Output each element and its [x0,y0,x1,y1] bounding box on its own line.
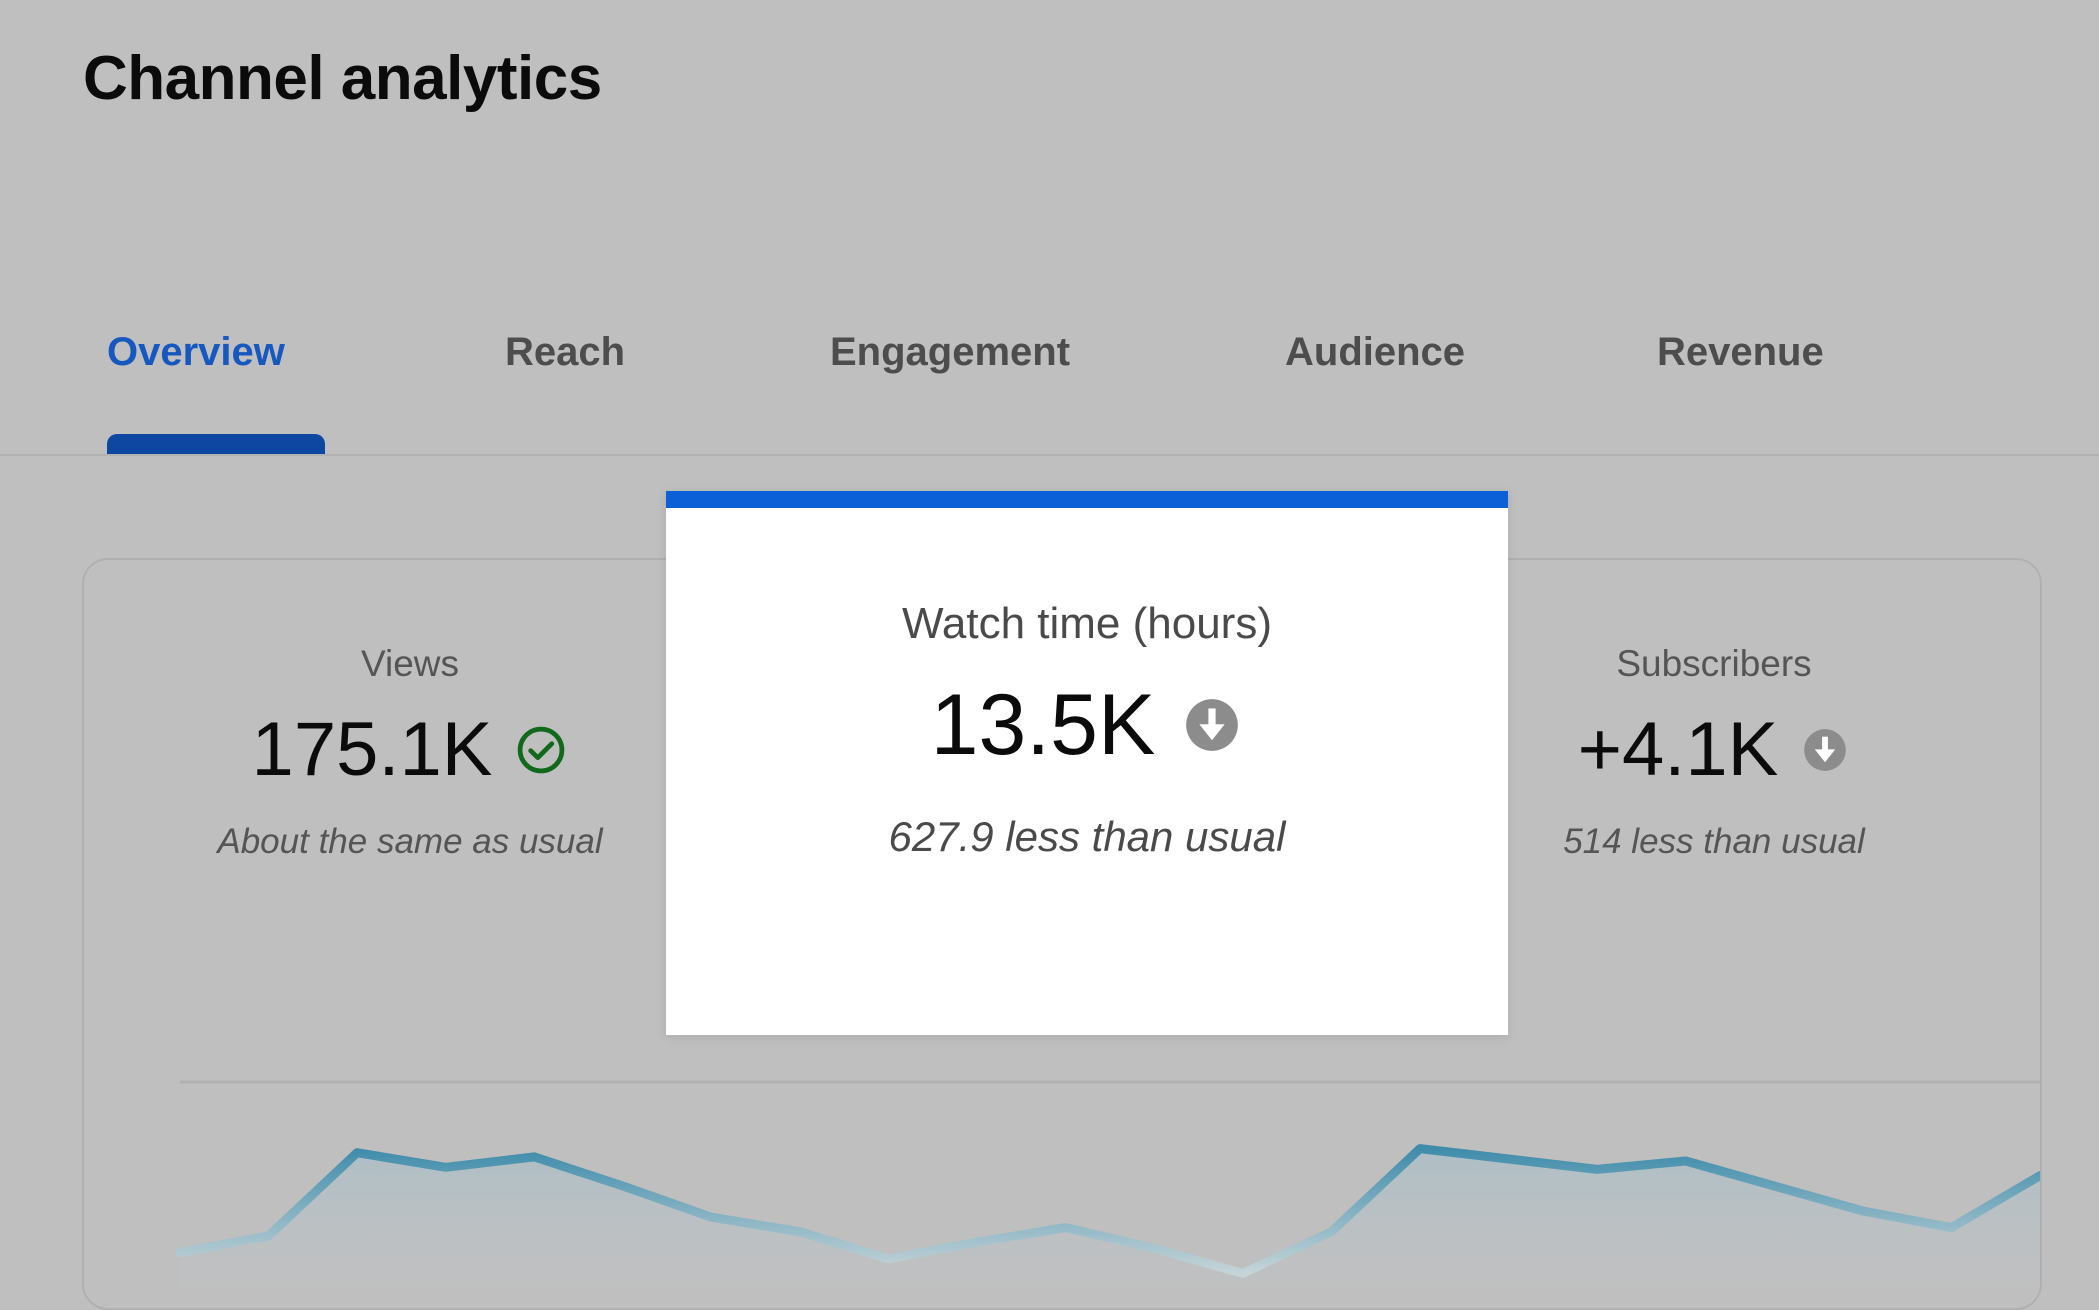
chart-canvas [175,1080,2040,1290]
detail-card-accent-bar [666,491,1508,508]
metric-value-subscribers: +4.1K [1577,707,1779,792]
arrow-down-circle-icon [1804,729,1847,771]
detail-card-title: Watch time (hours) [901,599,1272,648]
tabbar-divider [0,454,2099,456]
overview-chart[interactable] [84,990,2040,1310]
check-circle-icon [518,726,565,774]
tab-audience[interactable]: Audience [1285,332,1465,372]
detail-card-value: 13.5K [930,677,1156,773]
detail-card-value-row: 13.5K [931,682,1244,768]
metric-detail-card[interactable]: Watch time (hours) 13.5K 627.9 less than… [666,491,1508,1035]
active-tab-indicator [107,434,325,454]
metric-card-views[interactable]: Views 175.1K About the same as usual [84,560,736,860]
metric-label-views: Views [360,643,460,684]
metric-comparison-views: About the same as usual [217,822,603,861]
channel-analytics-screen: Channel analytics Overview Reach Engagem… [0,0,2099,1310]
metric-value-views: 175.1K [251,707,493,792]
detail-card-body: Watch time (hours) 13.5K 627.9 less than… [666,508,1508,1035]
tab-overview[interactable]: Overview [107,332,285,372]
tab-engagement[interactable]: Engagement [830,332,1070,372]
tab-reach[interactable]: Reach [505,332,625,372]
metric-value-row-subscribers: +4.1K [1578,712,1851,788]
metric-label-subscribers: Subscribers [1616,643,1812,684]
analytics-tabbar: Overview Reach Engagement Audience Reven… [0,332,2099,456]
detail-card-comparison: 627.9 less than usual [888,813,1286,860]
page-title: Channel analytics [83,44,602,113]
metric-comparison-subscribers: 514 less than usual [1563,822,1865,861]
tab-revenue[interactable]: Revenue [1657,332,1824,372]
arrow-down-circle-icon [1186,699,1239,751]
metric-value-row-views: 175.1K [252,712,569,788]
